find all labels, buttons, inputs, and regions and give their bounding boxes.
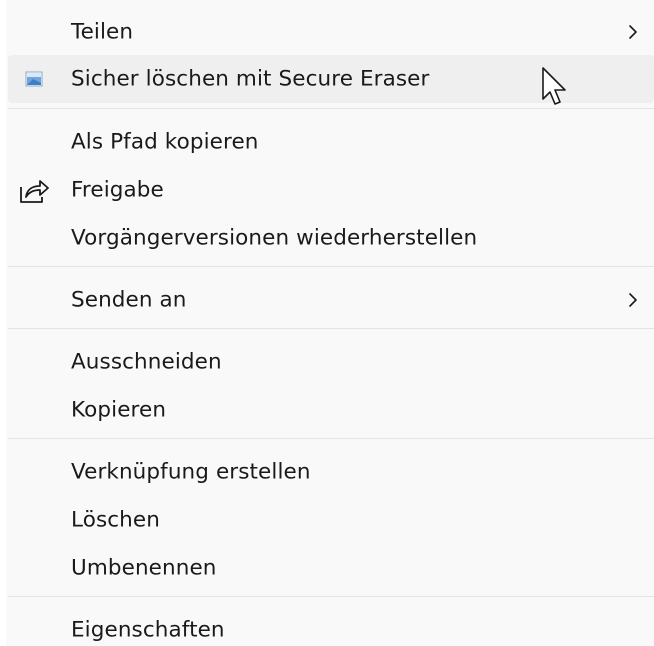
menu-item-label: Freigabe (71, 177, 164, 203)
chevron-right-icon (629, 293, 637, 307)
menu-item-loeschen[interactable]: Löschen (8, 496, 654, 544)
menu-item-als-pfad-kopieren[interactable]: Als Pfad kopieren (8, 118, 654, 166)
menu-item-senden-an[interactable]: Senden an (8, 276, 654, 324)
menu-item-label: Ausschneiden (71, 349, 222, 375)
menu-item-vorgaengerversionen[interactable]: Vorgängerversionen wiederherstellen (8, 214, 654, 262)
menu-separator (8, 328, 654, 329)
menu-item-label: Umbenennen (71, 555, 217, 581)
menu-item-freigabe[interactable]: Freigabe (8, 166, 654, 214)
menu-item-label: Kopieren (71, 397, 167, 423)
menu-item-label: Teilen (71, 19, 134, 45)
menu-item-eigenschaften[interactable]: Eigenschaften (8, 606, 654, 646)
menu-item-umbenennen[interactable]: Umbenennen (8, 544, 654, 592)
menu-item-ausschneiden[interactable]: Ausschneiden (8, 338, 654, 386)
mouse-pointer-icon (542, 67, 566, 105)
context-menu: Teilen Sicher löschen mit Secure Eraser … (0, 0, 654, 646)
chevron-right-icon (629, 25, 637, 39)
menu-item-label: Löschen (71, 507, 160, 533)
menu-item-label: Senden an (71, 287, 187, 313)
menu-left-edge (0, 0, 6, 646)
menu-item-label: Sicher löschen mit Secure Eraser (71, 66, 430, 92)
menu-separator (8, 438, 654, 439)
menu-separator (8, 596, 654, 597)
menu-item-label: Als Pfad kopieren (71, 129, 259, 155)
menu-item-teilen[interactable]: Teilen (8, 8, 654, 56)
share-icon (18, 174, 50, 206)
menu-item-label: Verknüpfung erstellen (71, 459, 311, 485)
menu-separator (8, 266, 654, 267)
menu-item-kopieren[interactable]: Kopieren (8, 386, 654, 434)
menu-item-label: Vorgängerversionen wiederherstellen (71, 225, 478, 251)
menu-item-label: Eigenschaften (71, 617, 225, 643)
secure-eraser-icon (18, 63, 50, 95)
menu-item-verknuepfung-erstellen[interactable]: Verknüpfung erstellen (8, 448, 654, 496)
